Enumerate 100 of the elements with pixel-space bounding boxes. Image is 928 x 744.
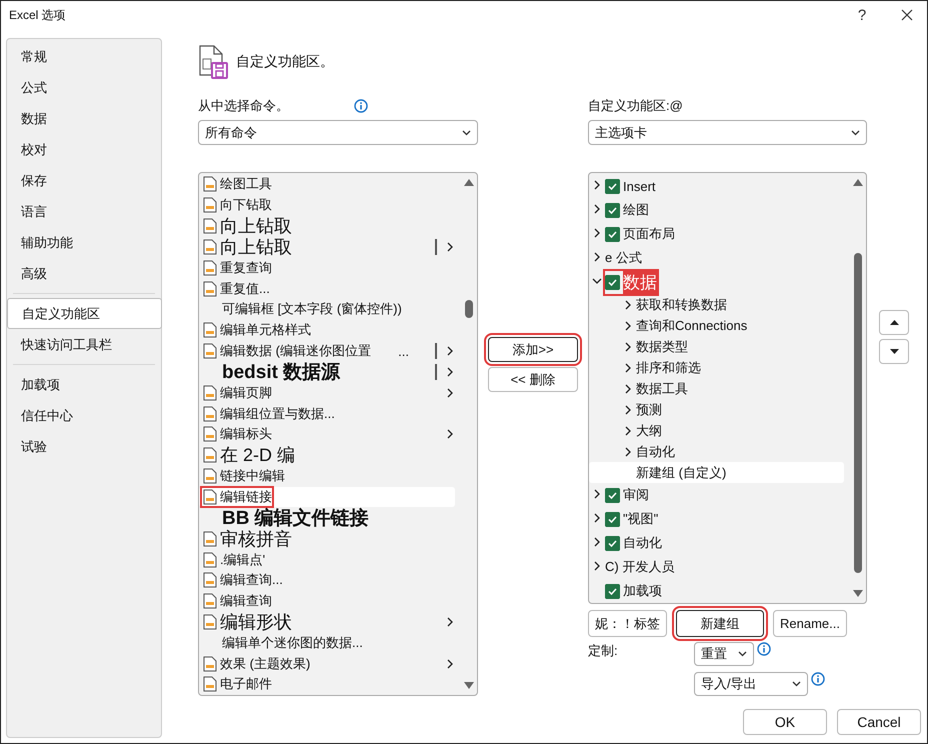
command-item[interactable]: 可编辑框 [文本字段 (窗体控件)) bbox=[199, 299, 461, 320]
command-item[interactable]: 效果 (主题效果) bbox=[199, 653, 461, 674]
sidebar-item[interactable]: 快速访问工具栏 bbox=[7, 329, 161, 360]
chevron-right-icon[interactable] bbox=[623, 424, 633, 436]
ribbon-action-button[interactable]: 妮：！标签 bbox=[588, 610, 667, 637]
chevron-right-icon[interactable] bbox=[445, 345, 455, 358]
command-item[interactable]: 向下钻取 bbox=[199, 194, 461, 216]
chevron-right-icon[interactable] bbox=[623, 320, 633, 332]
ribbon-tab-item[interactable]: Insert bbox=[623, 178, 656, 194]
commands-dropdown[interactable]: 所有命令 bbox=[198, 120, 478, 145]
command-item[interactable]: 绘图工具 bbox=[199, 174, 461, 195]
command-item[interactable]: 审核拼音 bbox=[199, 528, 461, 550]
chevron-right-icon[interactable] bbox=[623, 362, 633, 374]
chevron-right-icon[interactable] bbox=[623, 404, 633, 416]
command-item[interactable]: 编辑单元格样式 bbox=[199, 320, 461, 341]
scroll-up-icon[interactable] bbox=[853, 179, 863, 186]
dialog-button[interactable]: OK bbox=[743, 709, 827, 735]
ribbon-tab-item[interactable]: 绘图 bbox=[623, 201, 649, 219]
command-item[interactable]: 在 2-D 编 bbox=[199, 444, 461, 466]
info-icon[interactable] bbox=[354, 99, 368, 113]
ribbon-tab-item[interactable]: C) 开发人员 bbox=[605, 558, 674, 576]
chevron-right-icon[interactable] bbox=[592, 512, 602, 524]
close-icon[interactable] bbox=[901, 9, 913, 21]
checkbox[interactable] bbox=[605, 178, 620, 194]
chevron-right-icon[interactable] bbox=[445, 616, 455, 628]
command-item[interactable]: 向上钻取 bbox=[199, 236, 461, 258]
command-item[interactable]: 编辑标头 bbox=[199, 424, 461, 445]
sidebar-item[interactable]: 数据 bbox=[7, 103, 161, 134]
move-down-button[interactable] bbox=[879, 339, 909, 364]
chevron-right-icon[interactable] bbox=[592, 178, 602, 190]
checkbox[interactable] bbox=[605, 584, 620, 598]
chevron-right-icon[interactable] bbox=[623, 340, 633, 352]
ribbon-group-item[interactable]: 大纲 bbox=[589, 420, 850, 441]
checkbox[interactable] bbox=[605, 274, 620, 290]
ribbon-tab-item[interactable]: 加载项 bbox=[623, 582, 662, 600]
ribbon-group-item[interactable]: 查询和Connections bbox=[589, 315, 850, 336]
chevron-right-icon[interactable] bbox=[623, 298, 633, 310]
command-item[interactable]: 电子邮件 bbox=[199, 674, 461, 695]
command-item[interactable]: 向上钻取 bbox=[199, 216, 461, 237]
ribbon-tab-item[interactable]: 自动化 bbox=[623, 534, 662, 552]
move-up-button[interactable] bbox=[879, 310, 909, 335]
ribbon-group-item[interactable]: 数据类型 bbox=[589, 336, 850, 357]
sidebar-item[interactable]: 试验 bbox=[7, 431, 161, 462]
command-item[interactable]: .编辑点' bbox=[199, 549, 461, 570]
chevron-right-icon[interactable] bbox=[592, 560, 602, 572]
scrollbar-thumb[interactable] bbox=[465, 300, 473, 318]
sidebar-item[interactable]: 常规 bbox=[7, 41, 161, 72]
ribbon-tab-item[interactable]: "视图" bbox=[623, 510, 658, 528]
ribbon-group-item[interactable]: 自动化 bbox=[589, 441, 850, 462]
scroll-down-icon[interactable] bbox=[464, 682, 474, 689]
chevron-right-icon[interactable] bbox=[592, 202, 602, 214]
reset-dropdown[interactable]: 重置 bbox=[694, 642, 754, 666]
transfer-button[interactable]: << 删除 bbox=[488, 367, 578, 392]
command-item[interactable]: bedsit 数据源 bbox=[199, 361, 461, 382]
checkbox[interactable] bbox=[605, 202, 620, 218]
command-item[interactable]: 编辑单个迷你图的数据... bbox=[199, 632, 461, 654]
help-button[interactable]: ? bbox=[837, 6, 887, 24]
ribbon-group-item[interactable]: 预测 bbox=[589, 399, 850, 420]
command-item[interactable]: 重复查询 bbox=[199, 257, 461, 278]
ribbon-dropdown[interactable]: 主选项卡 bbox=[588, 120, 867, 145]
command-item[interactable]: 编辑查询... bbox=[199, 570, 461, 591]
chevron-right-icon[interactable] bbox=[592, 226, 602, 238]
sidebar-item[interactable]: 高级 bbox=[7, 258, 161, 289]
checkbox[interactable] bbox=[605, 488, 620, 502]
command-item[interactable]: 编辑组位置与数据... bbox=[199, 403, 461, 424]
sidebar-item[interactable]: 信任中心 bbox=[7, 400, 161, 431]
command-item[interactable]: BB 编辑文件链接 bbox=[199, 507, 461, 528]
scrollbar-thumb[interactable] bbox=[854, 253, 862, 573]
info-icon[interactable] bbox=[757, 642, 771, 656]
info-icon[interactable] bbox=[811, 672, 825, 686]
command-item[interactable]: 编辑形状 bbox=[199, 612, 461, 632]
command-item[interactable]: 编辑查询 bbox=[199, 590, 461, 612]
command-item[interactable]: 编辑页脚 bbox=[199, 382, 461, 404]
ribbon-group-item[interactable]: 排序和筛选 bbox=[589, 357, 850, 378]
dialog-button[interactable]: Cancel bbox=[837, 709, 921, 735]
chevron-right-icon[interactable] bbox=[623, 446, 633, 458]
ribbon-tab-item[interactable]: 页面布局 bbox=[623, 225, 675, 243]
checkbox[interactable] bbox=[605, 226, 620, 242]
checkbox[interactable] bbox=[605, 512, 620, 526]
sidebar-item[interactable]: 辅助功能 bbox=[7, 227, 161, 258]
scroll-up-icon[interactable] bbox=[464, 179, 474, 186]
chevron-right-icon[interactable] bbox=[445, 366, 455, 378]
ribbon-tab-item[interactable]: 数据 bbox=[623, 270, 657, 294]
ribbon-group-item[interactable]: 数据工具 bbox=[589, 378, 850, 399]
command-item[interactable]: 编辑链接 bbox=[199, 486, 455, 508]
chevron-right-icon[interactable] bbox=[445, 428, 455, 440]
scroll-down-icon[interactable] bbox=[853, 590, 863, 597]
chevron-right-icon[interactable] bbox=[445, 658, 455, 670]
chevron-right-icon[interactable] bbox=[445, 386, 455, 399]
command-item[interactable]: 链接中编辑 bbox=[199, 466, 461, 486]
chevron-right-icon[interactable] bbox=[623, 382, 633, 394]
ribbon-tab-item[interactable]: e 公式 bbox=[605, 249, 642, 267]
command-item[interactable]: 编辑数据 (编辑迷你图位置 ... bbox=[199, 340, 461, 362]
sidebar-item[interactable]: 校对 bbox=[7, 134, 161, 165]
ribbon-action-button[interactable]: Rename... bbox=[773, 610, 847, 637]
chevron-right-icon[interactable] bbox=[592, 488, 602, 500]
ribbon-group-item[interactable]: 获取和转换数据 bbox=[589, 294, 850, 315]
sidebar-item[interactable]: 自定义功能区 bbox=[7, 298, 162, 329]
checkbox[interactable] bbox=[605, 536, 620, 550]
chevron-right-icon[interactable] bbox=[592, 250, 602, 262]
